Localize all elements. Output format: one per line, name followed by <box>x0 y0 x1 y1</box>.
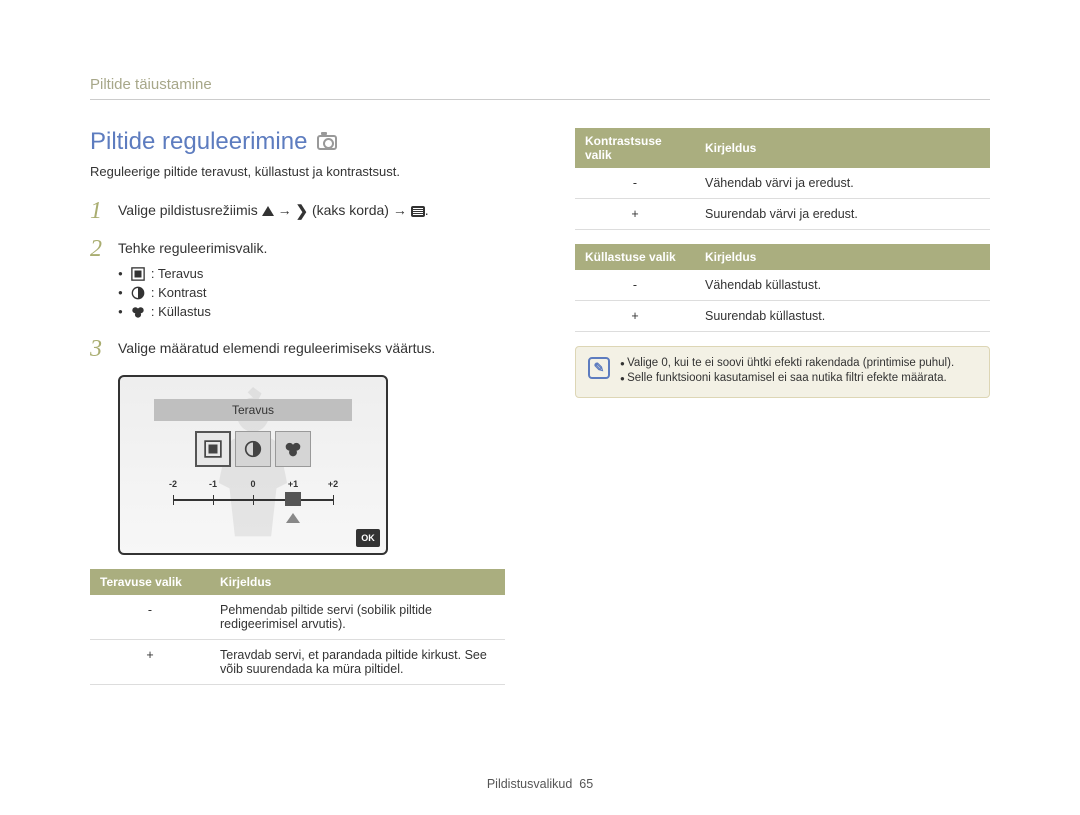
page-footer: Pildistusvalikud 65 <box>0 777 1080 791</box>
table-row: - Pehmendab piltide servi (sobilik pilti… <box>90 595 505 640</box>
note-box: ✎ Valige 0, kui te ei soovi ühtki efekti… <box>575 346 990 398</box>
contrast-table: Kontrastsuse valik Kirjeldus - Vähendab … <box>575 128 990 230</box>
screen-sharpness-icon <box>195 431 231 467</box>
table-header: Teravuse valik <box>90 569 210 595</box>
screen-contrast-icon <box>235 431 271 467</box>
saturation-table: Küllastuse valik Kirjeldus - Vähendab kü… <box>575 244 990 332</box>
table-header: Kirjeldus <box>695 128 990 168</box>
contrast-icon <box>131 286 145 300</box>
camera-screen-preview: Teravus -2 -1 0 +1 +2 <box>118 375 388 555</box>
table-header: Kirjeldus <box>210 569 505 595</box>
left-column: Piltide reguleerimine Reguleerige piltid… <box>90 128 505 699</box>
note-line: Selle funktsiooni kasutamisel ei saa nut… <box>620 372 954 384</box>
step-number-1: 1 <box>90 199 108 223</box>
sublist-teravus: : Teravus <box>118 266 505 281</box>
step-2: Tehke reguleerimisvalik. : Teravus : Kon… <box>118 237 505 323</box>
table-row: + Teravdab servi, et parandada piltide k… <box>90 640 505 685</box>
screen-saturation-icon <box>275 431 311 467</box>
step-3: Valige määratud elemendi reguleerimiseks… <box>118 337 505 361</box>
table-row: + Suurendab värvi ja eredust. <box>575 199 990 230</box>
step-number-2: 2 <box>90 237 108 323</box>
sharpness-table: Teravuse valik Kirjeldus - Pehmendab pil… <box>90 569 505 685</box>
table-header: Küllastuse valik <box>575 244 695 270</box>
camera-mode-icon <box>317 135 337 150</box>
intro-text: Reguleerige piltide teravust, küllastust… <box>90 164 505 179</box>
screen-scale: -2 -1 0 +1 +2 <box>173 485 333 515</box>
right-column: Kontrastsuse valik Kirjeldus - Vähendab … <box>575 128 990 699</box>
breadcrumb: Piltide täiustamine <box>90 76 990 100</box>
adjust-menu-icon <box>411 206 425 217</box>
page-title: Piltide reguleerimine <box>90 128 307 156</box>
up-arrow-icon <box>262 206 274 216</box>
chevron-right-icon: ❯ <box>295 202 308 220</box>
step-number-3: 3 <box>90 337 108 361</box>
table-row: + Suurendab küllastust. <box>575 301 990 332</box>
table-header: Kirjeldus <box>695 244 990 270</box>
scale-pointer-icon <box>286 513 300 523</box>
step-1: Valige pildistusrežiimis → ❯ (kaks korda… <box>118 199 505 223</box>
table-header: Kontrastsuse valik <box>575 128 695 168</box>
sublist-kontrast: : Kontrast <box>118 285 505 300</box>
saturation-icon <box>131 305 145 319</box>
table-row: - Vähendab värvi ja eredust. <box>575 168 990 199</box>
sublist-kyllastus: : Küllastus <box>118 304 505 319</box>
note-line: Valige 0, kui te ei soovi ühtki efekti r… <box>620 357 954 369</box>
sharpness-icon <box>131 267 145 281</box>
scale-selected-marker <box>285 492 301 506</box>
screen-ok-badge: OK <box>356 529 380 547</box>
table-row: - Vähendab küllastust. <box>575 270 990 301</box>
note-icon: ✎ <box>588 357 610 379</box>
screen-banner: Teravus <box>154 399 352 421</box>
